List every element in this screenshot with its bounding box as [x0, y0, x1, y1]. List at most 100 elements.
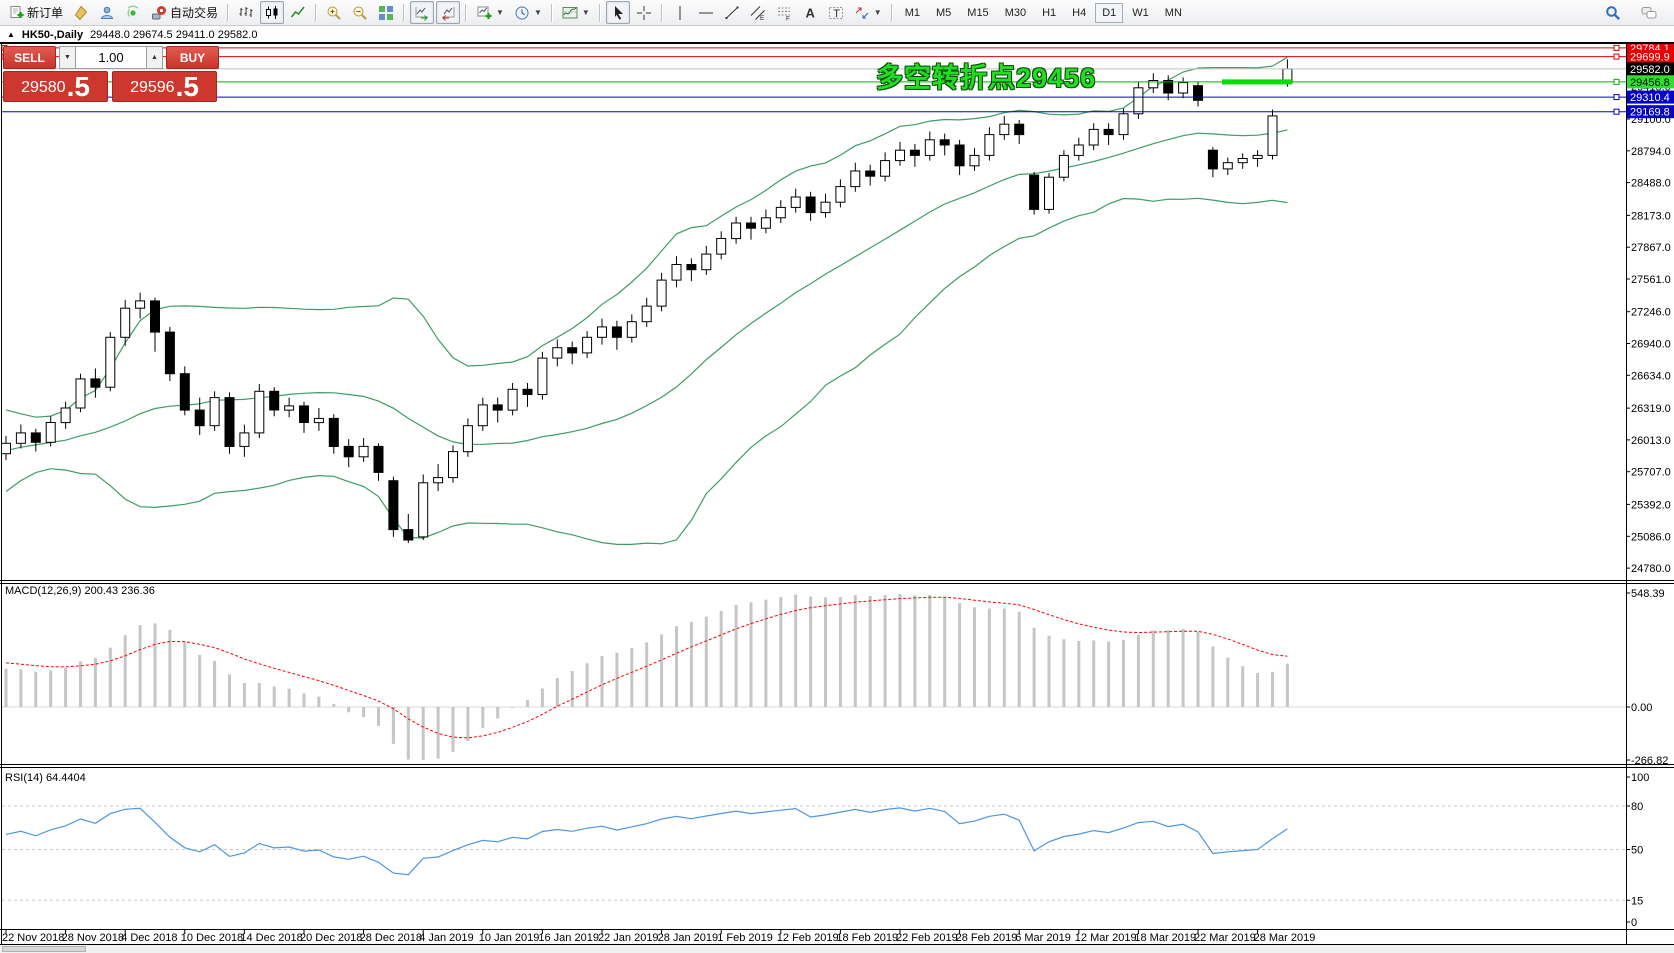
candle [1045, 177, 1054, 209]
timeframe-button-mn[interactable]: MN [1158, 3, 1189, 23]
volume-increase-button[interactable]: ▲ [146, 46, 163, 69]
horizontal-scrollbar[interactable] [0, 945, 1674, 953]
zoom-in-icon [326, 5, 342, 21]
price-tick: 25086.0 [1631, 531, 1671, 543]
timeframe-button-m15[interactable]: M15 [960, 3, 995, 23]
toolbar-separator [891, 4, 893, 22]
chat-button[interactable] [1637, 1, 1661, 24]
clock-icon [514, 5, 530, 21]
date-tick: 28 Jan 2019 [658, 932, 719, 944]
candle [672, 265, 681, 281]
candlestick-chart-button[interactable] [260, 1, 284, 24]
date-tick: 14 Dec 2018 [240, 932, 302, 944]
chart-titlebar[interactable]: ▲ HK50-,Daily 29448.0 29674.5 29411.0 29… [0, 27, 1674, 42]
candle [985, 135, 994, 156]
price-level-lines: 29784.129699.929582.029456.829310.429169… [2, 41, 1674, 118]
date-tick: 28 Dec 2018 [360, 932, 422, 944]
styler-button[interactable] [69, 1, 93, 24]
chart-ohlc-values: 29448.0 29674.5 29411.0 29582.0 [90, 29, 257, 41]
bar-chart-button[interactable] [234, 1, 258, 24]
buy-price-main: 29596 [130, 76, 175, 100]
vertical-line-button[interactable] [668, 1, 692, 24]
chart-shift-button[interactable] [436, 1, 460, 24]
turning-point-annotation[interactable]: 多空转折点29456 [876, 56, 1096, 95]
volume-input[interactable]: 1.00 [76, 46, 146, 69]
periods-button[interactable]: ▼ [510, 1, 546, 24]
buy-price-display[interactable]: 29596.5 [112, 71, 217, 102]
sell-price-display[interactable]: 29580.5 [3, 71, 108, 102]
mt4-application: 新订单自动交易▼▼▼EFAT▼M1M5M15M30H1H4D1W1MN ▲ HK… [0, 0, 1674, 953]
text-button[interactable]: A [798, 1, 822, 24]
zoom-in-button[interactable] [322, 1, 346, 24]
indicators-button[interactable]: ▼ [558, 1, 594, 24]
new-order-button-label: 新订单 [27, 4, 63, 21]
chart-canvas[interactable]: 29415.029100.028794.028488.028173.027867… [0, 0, 1674, 953]
candle [255, 391, 264, 433]
sell-button[interactable]: SELL [3, 46, 56, 69]
price-tick: 27246.0 [1631, 307, 1671, 319]
candle [955, 145, 964, 166]
label-button[interactable]: T [824, 1, 848, 24]
price-tick: 28794.0 [1631, 146, 1671, 158]
timeframe-button-w1[interactable]: W1 [1125, 3, 1156, 23]
vertical-line-icon [672, 5, 688, 21]
date-tick: 12 Mar 2019 [1075, 932, 1137, 944]
volume-decrease-button[interactable]: ▼ [59, 46, 76, 69]
svg-text:29456.8: 29456.8 [1630, 77, 1670, 89]
timeframe-button-h1[interactable]: H1 [1035, 3, 1063, 23]
candle [687, 265, 696, 270]
timeframe-button-d1[interactable]: D1 [1095, 3, 1123, 23]
rsi-tick: 15 [1631, 895, 1643, 907]
price-axis: 29415.029100.028794.028488.028173.027867… [1626, 81, 1671, 575]
price-tick: 28488.0 [1631, 178, 1671, 190]
signal-button[interactable] [121, 1, 145, 24]
price-tick: 24780.0 [1631, 563, 1671, 575]
channel-button[interactable]: E [746, 1, 770, 24]
candle [970, 155, 979, 165]
candle [285, 406, 294, 410]
zoom-out-button[interactable] [348, 1, 372, 24]
search-button[interactable] [1601, 1, 1625, 24]
chevron-down-icon: ▼ [534, 8, 542, 17]
shapes-button[interactable]: ▼ [850, 1, 886, 24]
candle [463, 426, 472, 452]
date-tick: 22 Nov 2018 [2, 932, 64, 944]
new-chart-button[interactable]: ▼ [472, 1, 508, 24]
candle [493, 405, 502, 410]
candle [1223, 163, 1232, 169]
main-toolbar: 新订单自动交易▼▼▼EFAT▼M1M5M15M30H1H4D1W1MN [0, 0, 1674, 26]
scrollbar-thumb[interactable] [2, 946, 86, 952]
crosshair-icon [636, 5, 652, 21]
date-tick: 18 Mar 2019 [1134, 932, 1196, 944]
profile-button[interactable] [95, 1, 119, 24]
candle [374, 446, 383, 472]
rsi-tick: 100 [1631, 772, 1649, 784]
candle [806, 197, 815, 213]
candle [419, 483, 428, 537]
timeframe-button-m1[interactable]: M1 [898, 3, 927, 23]
buy-button[interactable]: BUY [166, 46, 219, 69]
date-tick: 10 Jan 2019 [479, 932, 540, 944]
auto-scroll-button[interactable] [410, 1, 434, 24]
crosshair-button[interactable] [632, 1, 656, 24]
candle [2, 443, 11, 453]
horizontal-line-icon [698, 5, 714, 21]
fibonacci-button[interactable]: F [772, 1, 796, 24]
timeframe-button-h4[interactable]: H4 [1065, 3, 1093, 23]
tile-windows-button[interactable] [374, 1, 398, 24]
timeframe-button-m30[interactable]: M30 [998, 3, 1033, 23]
line-chart-button[interactable] [286, 1, 310, 24]
timeframe-button-m5[interactable]: M5 [929, 3, 958, 23]
cursor-button[interactable] [606, 1, 630, 24]
candle [657, 280, 666, 306]
candle [1179, 83, 1188, 93]
candle [523, 389, 532, 394]
toolbar-separator [227, 4, 229, 22]
candle [300, 406, 309, 423]
trendline-button[interactable] [720, 1, 744, 24]
candle [1119, 114, 1128, 135]
autotrading-button[interactable]: 自动交易 [147, 1, 222, 24]
horizontal-line-button[interactable] [694, 1, 718, 24]
new-order-button[interactable]: 新订单 [4, 1, 67, 24]
candle [866, 171, 875, 176]
